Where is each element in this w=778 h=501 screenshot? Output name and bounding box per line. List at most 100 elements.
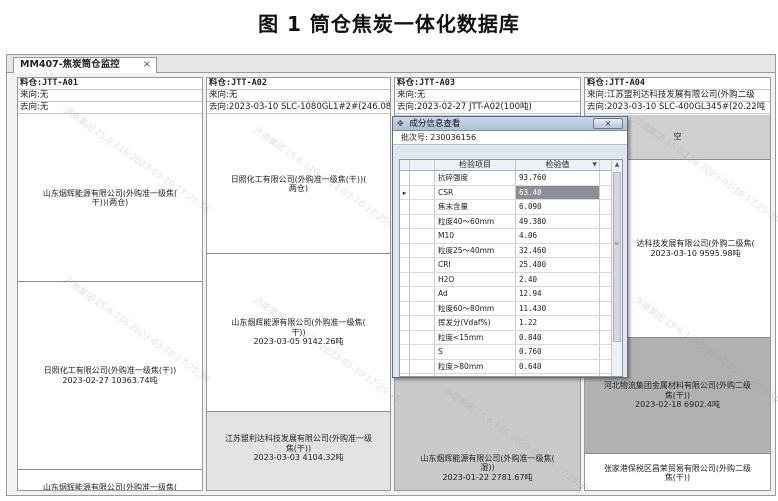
layer-line: 空 xyxy=(673,132,682,142)
inspection-grid[interactable]: 检验项目 检验值 ▼ 抗碎强度 93.760 ▸ CSR 63.40 焦末含量 6.090 粒… xyxy=(399,159,623,377)
table-row[interactable]: H2O 2.40 xyxy=(400,272,622,287)
col-header-value[interactable]: 检验值 ▼ xyxy=(516,160,600,170)
silo-a02[interactable]: 料仓:JTT-A02 来向:无 去向:2023-03-10 SLC-1080GL… xyxy=(206,77,391,491)
row-indicator xyxy=(400,345,410,359)
table-row[interactable]: 抗碎强度 93.760 xyxy=(400,171,622,186)
layer-line: 山东烟辉能源有限公司(外购准一级焦( xyxy=(42,482,178,491)
dialog-title: 成分信息查看 xyxy=(409,119,461,129)
sort-down-icon[interactable]: ▼ xyxy=(592,160,597,170)
table-row[interactable]: 粒度<15mm 0.840 xyxy=(400,330,622,345)
layer-line: 焦(干)) xyxy=(664,473,691,482)
cell-item[interactable]: 焦末水分(%) xyxy=(435,374,516,376)
silo-layer[interactable]: 日照化工有限公司(外购准一级焦(干))( 两仓) xyxy=(207,115,390,253)
grid-body: 抗碎强度 93.760 ▸ CSR 63.40 焦末含量 6.090 粒度40～60mm 49.… xyxy=(400,171,622,376)
row-indicator xyxy=(400,243,410,257)
cell-item[interactable]: 粒度60～80mm xyxy=(435,301,516,315)
close-icon: × xyxy=(604,119,612,128)
table-row[interactable]: Ad 12.94 xyxy=(400,287,622,302)
cell-item[interactable]: H2O xyxy=(435,272,516,286)
cell-item[interactable]: CSR xyxy=(435,185,516,199)
cell-item[interactable]: 粒度40～60mm xyxy=(435,214,516,228)
table-row[interactable]: 焦末含量 6.090 xyxy=(400,200,622,215)
layer-line: 2023-02-27 10363.74吨 xyxy=(62,375,158,385)
batch-number: 批次号: 230036156 xyxy=(393,131,627,145)
table-row[interactable]: M10 4.06 xyxy=(400,229,622,244)
cell-item[interactable]: M10 xyxy=(435,229,516,243)
silo-name: 料仓:JTT-A04 xyxy=(585,78,770,90)
silo-from: 来向:无 xyxy=(18,90,202,102)
silo-monitor-window: MM407-焦炭筒仓监控 × 料仓:JTT-A01 来向:无 去向:无 山东烟辉… xyxy=(6,54,778,496)
cell-value[interactable]: 12.94 xyxy=(516,287,600,301)
silo-name: 料仓:JTT-A01 xyxy=(18,78,202,90)
table-row[interactable]: ▸ CSR 63.40 xyxy=(400,185,622,200)
close-button[interactable]: × xyxy=(593,118,623,129)
silo-layer[interactable]: 山东烟辉能源有限公司(外购准一级焦( 干))(两仓) xyxy=(18,115,202,281)
cell-item[interactable]: 粒度>80mm xyxy=(435,359,516,373)
cell-item[interactable]: Ad xyxy=(435,287,516,301)
layer-line: 干)) xyxy=(291,327,306,337)
table-row[interactable]: 粒度>80mm 0.640 xyxy=(400,359,622,374)
cell-value[interactable]: 49.380 xyxy=(516,214,600,228)
pin-icon: ✥ xyxy=(397,119,404,128)
silo-name: 料仓:JTT-A02 xyxy=(207,78,390,90)
table-row[interactable]: 挥发分(Vdaf%) 1.22 xyxy=(400,316,622,331)
layer-line: 2023-02-18 6902.4吨 xyxy=(634,400,721,410)
cell-value[interactable]: 0.840 xyxy=(516,330,600,344)
cell-item[interactable]: 抗碎强度 xyxy=(435,171,516,185)
silo-layer[interactable]: 日照化工有限公司(外购准一级焦(干)) 2023-02-27 10363.74吨 xyxy=(18,281,202,469)
cell-value[interactable]: 63.40 xyxy=(516,185,600,199)
cell-value[interactable]: 6.090 xyxy=(516,200,600,214)
tab-coke-silo-monitor[interactable]: MM407-焦炭筒仓监控 × xyxy=(13,57,157,73)
row-indicator: ▸ xyxy=(400,185,410,199)
cell-value[interactable]: 0.640 xyxy=(516,359,600,373)
cell-item[interactable]: 挥发分(Vdaf%) xyxy=(435,316,516,330)
scroll-thumb[interactable] xyxy=(613,172,621,342)
silo-layer[interactable]: 山东烟辉能源有限公司(外购准一级焦( 干)) 2023-03-05 9142.2… xyxy=(207,253,390,411)
dialog-title-bar[interactable]: ✥ 成分信息查看 × xyxy=(393,117,627,131)
silo-layer[interactable]: 张家港保税区昌荣贸易有限公司(外购二级 焦(干)) xyxy=(585,453,770,490)
row-indicator xyxy=(400,200,410,214)
cell-item[interactable]: 粒度<15mm xyxy=(435,330,516,344)
silo-from: 来向:无 xyxy=(395,90,580,102)
cell-value[interactable]: 25.400 xyxy=(516,258,600,272)
row-indicator xyxy=(400,359,410,373)
cell-value[interactable]: 32.460 xyxy=(516,243,600,257)
scroll-up-icon[interactable]: ▲ xyxy=(612,160,622,170)
col-header-item[interactable]: 检验项目 xyxy=(435,160,516,170)
table-row[interactable]: 粒度25～40mm 32.460 xyxy=(400,243,622,258)
cell-value[interactable]: 0.760 xyxy=(516,345,600,359)
cell-value[interactable]: 4.06 xyxy=(516,229,600,243)
cell-item[interactable]: 焦末含量 xyxy=(435,200,516,214)
layer-line: 2023-01-22 2781.67吨 xyxy=(442,472,533,482)
layer-line: 焦(干)) xyxy=(664,390,691,400)
table-row[interactable]: 粒度40～60mm 49.380 xyxy=(400,214,622,229)
layer-line: 河北物流集团金属材料有限公司(外购二级 xyxy=(603,381,752,391)
row-indicator xyxy=(400,258,410,272)
table-row[interactable]: S 0.760 xyxy=(400,345,622,360)
table-row[interactable]: CRI 25.400 xyxy=(400,258,622,273)
cell-item[interactable]: CRI xyxy=(435,258,516,272)
cell-value[interactable] xyxy=(516,374,600,376)
silo-layer[interactable]: 山东烟辉能源有限公司(外购准一级焦( xyxy=(18,469,202,491)
silo-from: 来向:无 xyxy=(207,90,390,102)
cell-value[interactable]: 93.760 xyxy=(516,171,600,185)
silo-name: 料仓:JTT-A03 xyxy=(395,78,580,90)
cell-item[interactable]: 粒度25～40mm xyxy=(435,243,516,257)
cell-value[interactable]: 2.40 xyxy=(516,272,600,286)
layer-line: 2023-03-03 4104.32吨 xyxy=(253,453,344,462)
silo-layer[interactable]: 江苏盟利达科技发展有限公司(外购准一级 焦(干)) 2023-03-03 410… xyxy=(207,411,390,490)
silo-a01[interactable]: 料仓:JTT-A01 来向:无 去向:无 山东烟辉能源有限公司(外购准一级焦( … xyxy=(17,77,203,491)
row-indicator xyxy=(400,214,410,228)
table-row[interactable]: 粒度60～80mm 11.430 xyxy=(400,301,622,316)
table-row[interactable]: 焦末水分(%) xyxy=(400,374,622,376)
cell-item[interactable]: S xyxy=(435,345,516,359)
composition-info-dialog[interactable]: ✥ 成分信息查看 × 批次号: 230036156 检验项目 检验值 ▼ 抗碎强… xyxy=(392,116,628,378)
row-indicator xyxy=(400,301,410,315)
layer-line: 山东烟辉能源有限公司(外购准一级焦( xyxy=(420,453,555,463)
cell-value[interactable]: 1.22 xyxy=(516,316,600,330)
layer-line: 山东烟辉能源有限公司(外购准一级焦( xyxy=(231,318,366,328)
layer-line: 江苏盟利达科技发展有限公司(外购准一级 xyxy=(224,434,373,443)
cell-value[interactable]: 11.430 xyxy=(516,301,600,315)
close-icon[interactable]: × xyxy=(143,58,151,72)
vertical-scrollbar[interactable]: ▲ ≡ xyxy=(611,160,622,376)
